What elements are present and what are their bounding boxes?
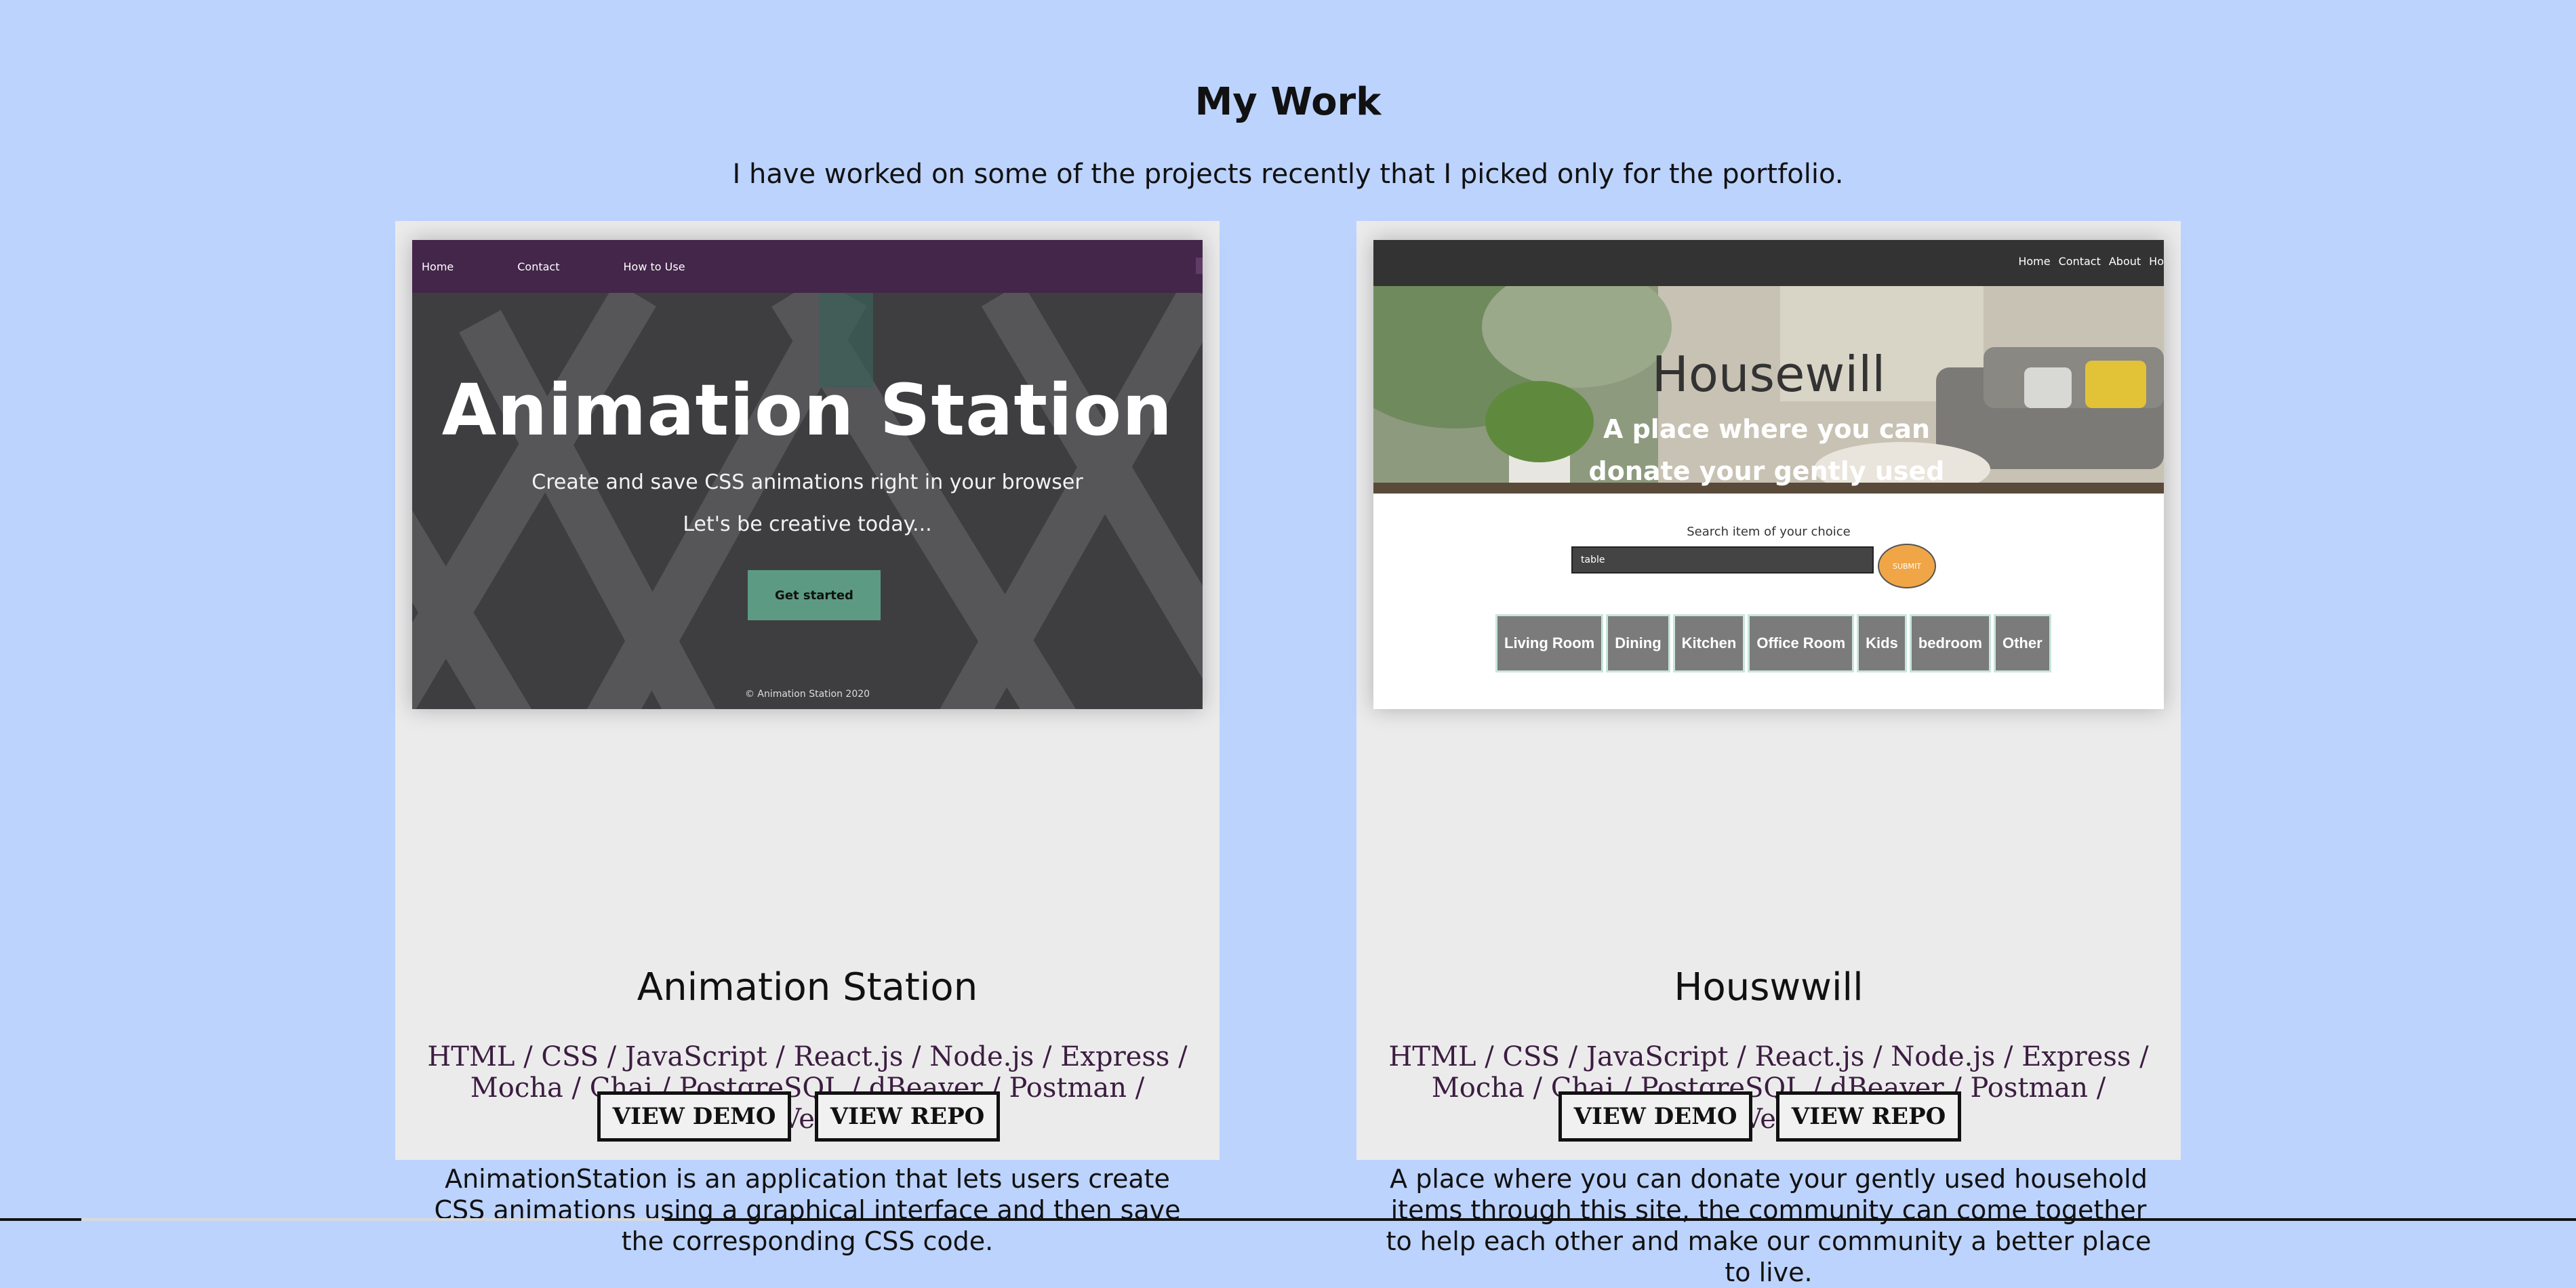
preview-category: Dining <box>1606 614 1670 672</box>
preview-nav-about: About <box>2108 255 2141 268</box>
preview-navbar: Home Contact How to Use <box>412 240 1203 293</box>
animation-station-preview: Home Contact How to Use Animation Statio… <box>412 240 1203 709</box>
project-screenshot: Home Contact How to Use Animation Statio… <box>412 240 1203 709</box>
preview-category: bedroom <box>1909 614 1991 672</box>
view-demo-button[interactable]: VIEW DEMO <box>597 1091 791 1142</box>
preview-nav-home: Home <box>2018 255 2051 268</box>
project-card-animation-station: Home Contact How to Use Animation Statio… <box>395 221 1220 1256</box>
preview-nav-button <box>1196 258 1203 274</box>
preview-title: Animation Station <box>441 369 1173 451</box>
preview-subtitle-1: Create and save CSS animations right in … <box>531 470 1083 494</box>
project-description: AnimationStation is an application that … <box>434 1164 1181 1256</box>
preview-category: Kitchen <box>1672 614 1746 672</box>
project-card-houswwill: Home Contact About Ho Housewill A place … <box>1356 221 2181 1287</box>
view-repo-button[interactable]: VIEW REPO <box>1776 1091 1961 1142</box>
preview-category: Living Room <box>1495 614 1604 672</box>
housewill-preview: Home Contact About Ho Housewill A place … <box>1373 240 2164 709</box>
preview-category: Other <box>1993 614 2051 672</box>
preview-get-started: Get started <box>748 570 881 620</box>
preview-nav-howto: How to Use <box>623 260 685 273</box>
project-tech-stack: HTML / CSS / JavaScript / React.js / Nod… <box>1388 1041 2149 1135</box>
horizontal-scrollbar[interactable] <box>0 1218 2576 1221</box>
preview-footer: © Animation Station 2020 <box>744 689 870 700</box>
project-tech-stack: HTML / CSS / JavaScript / React.js / Nod… <box>427 1041 1188 1135</box>
view-repo-button[interactable]: VIEW REPO <box>815 1091 1000 1142</box>
preview-category: Office Room <box>1748 614 1855 672</box>
project-screenshot: Home Contact About Ho Housewill A place … <box>1373 240 2164 709</box>
scrollbar-thumb[interactable] <box>81 1218 664 1221</box>
preview-hero-image: Housewill A place where you can donate y… <box>1373 286 2164 494</box>
section-subtitle: I have worked on some of the projects re… <box>732 159 1844 190</box>
preview-subtitle-2: Let's be creative today... <box>683 512 932 536</box>
preview-title: Housewill <box>1651 346 1886 403</box>
preview-submit-button: SUBMIT <box>1878 544 1936 588</box>
section-title: My Work <box>1194 80 1382 124</box>
preview-navbar: Home Contact About Ho <box>1373 240 2164 286</box>
preview-category-list: Living Room Dining Kitchen Office Room K… <box>1495 614 2051 672</box>
preview-category: Kids <box>1857 614 1907 672</box>
preview-nav-contact: Contact <box>517 260 560 273</box>
project-title: Animation Station <box>637 965 978 1009</box>
preview-tagline: A place where you can donate your gently… <box>1588 414 1945 486</box>
view-demo-button[interactable]: VIEW DEMO <box>1558 1091 1752 1142</box>
preview-nav-home: Home <box>422 260 454 273</box>
project-description: A place where you can donate your gently… <box>1386 1164 2152 1287</box>
preview-search-label: Search item of your choice <box>1687 525 1851 539</box>
project-title: Houswwill <box>1674 965 1864 1009</box>
preview-search-input: table <box>1571 546 1874 573</box>
preview-nav-more: Ho <box>2149 255 2164 268</box>
preview-nav-contact: Contact <box>2058 255 2101 268</box>
